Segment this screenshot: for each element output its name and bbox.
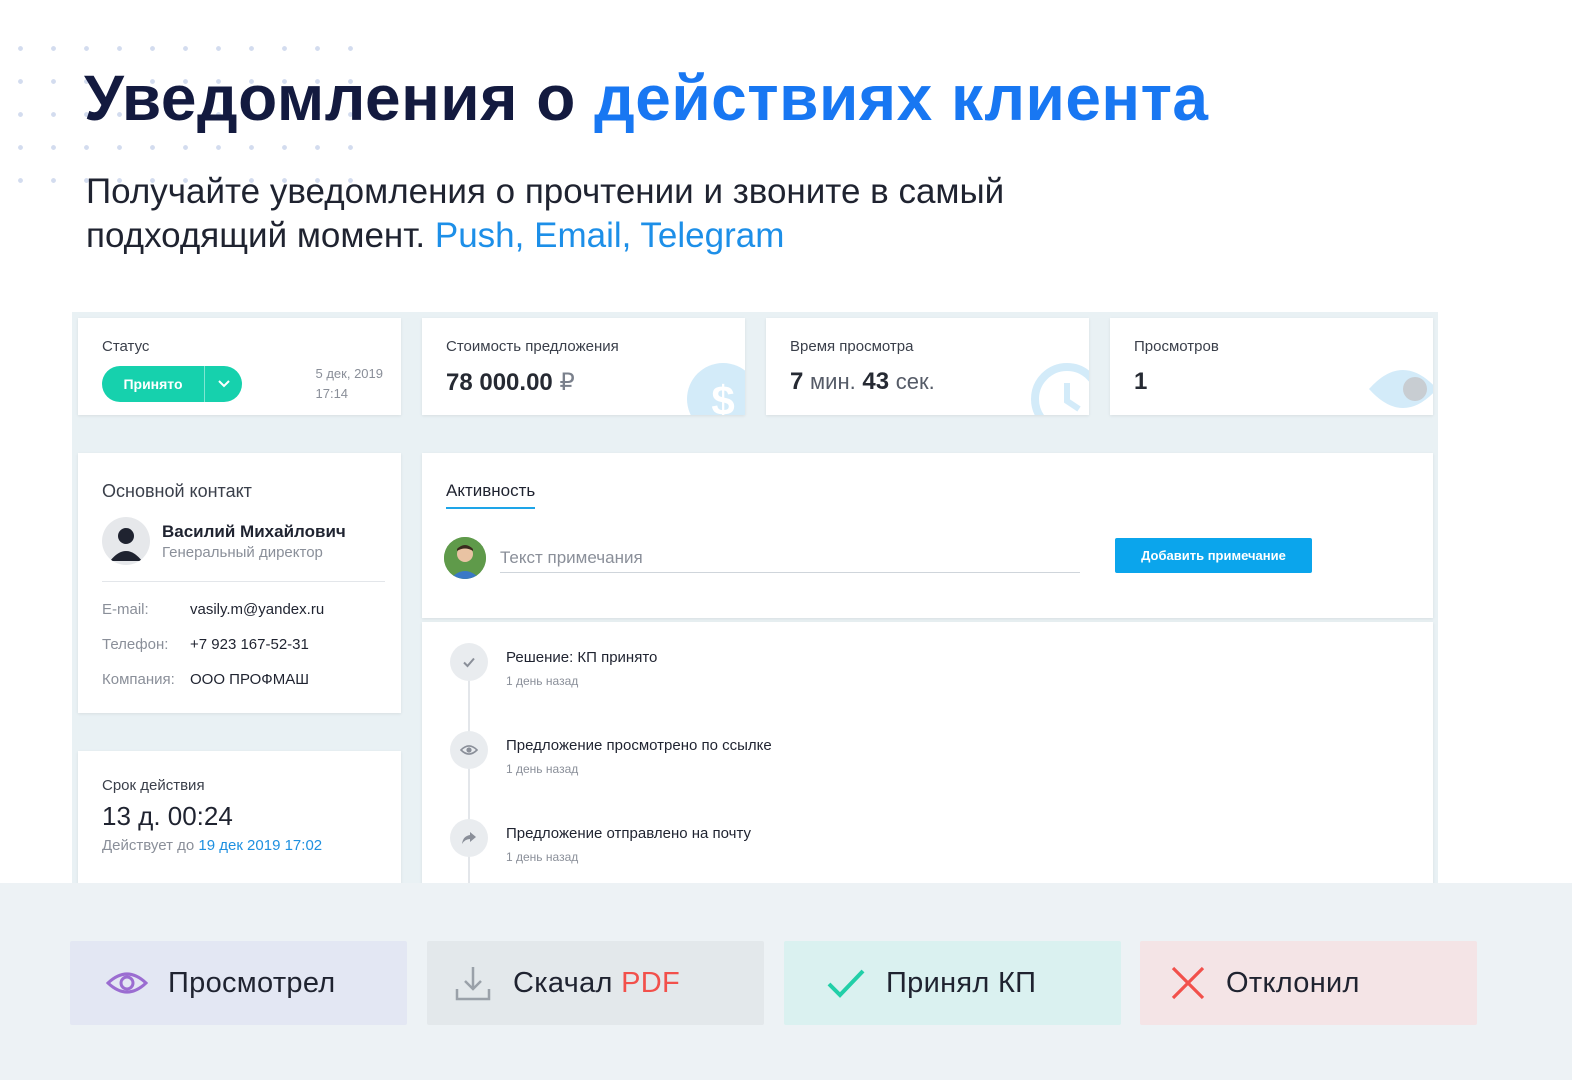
contact-name: Василий Михайлович: [162, 521, 346, 541]
dollar-icon: $: [687, 363, 745, 415]
status-card: Статус Принято 5 дек, 2019 17:14: [78, 318, 401, 415]
close-icon: [1170, 965, 1206, 1001]
contact-phone-label: Телефон:: [102, 636, 169, 653]
list-item: Предложение просмотрено по ссылке 1 день…: [450, 731, 772, 776]
validity-note-prefix: Действует до: [102, 837, 195, 854]
share-arrow-icon: [450, 819, 488, 857]
view-time-seconds-unit: сек.: [895, 369, 935, 394]
event-time: 1 день назад: [506, 762, 579, 776]
status-button-label: Принято: [123, 376, 183, 392]
hero-title-accent: действиях клиента: [594, 62, 1209, 134]
viewed-label: Просмотрел: [168, 966, 336, 999]
contact-person: Василий Михайлович Генеральный директор: [102, 517, 346, 565]
price-value-row: 78 000.00 ₽: [446, 368, 575, 397]
eye-icon: [1369, 370, 1433, 408]
views-card: Просмотров 1: [1110, 318, 1433, 415]
downloaded-text: Скачал: [513, 966, 613, 999]
view-time-label: Время просмотра: [790, 338, 914, 355]
price-currency: ₽: [559, 369, 575, 396]
event-time: 1 день назад: [506, 850, 579, 864]
timeline-card: Решение: КП принято 1 день назад Предлож…: [422, 622, 1433, 884]
validity-value: 13 д. 00:24: [102, 801, 233, 831]
contact-email[interactable]: vasily.m@yandex.ru: [190, 601, 324, 618]
event-time: 1 день назад: [506, 674, 579, 688]
declined-badge: Отклонил: [1140, 941, 1477, 1025]
contact-card: Основной контакт Василий Михайлович Гене…: [78, 453, 401, 713]
tab-activity[interactable]: Активность: [446, 481, 536, 509]
status-datetime: 5 дек, 2019 17:14: [316, 364, 384, 404]
viewed-badge: Просмотрел: [70, 941, 407, 1025]
check-icon: [450, 643, 488, 681]
contact-email-label: E-mail:: [102, 601, 149, 618]
contact-role: Генеральный директор: [162, 543, 323, 561]
view-time-card: Время просмотра 7 мин. 43 сек.: [766, 318, 1089, 415]
accepted-badge: Принял КП: [784, 941, 1121, 1025]
chevron-down-icon[interactable]: [205, 380, 242, 388]
app-panel: Статус Принято 5 дек, 2019 17:14 Стоимос…: [72, 312, 1438, 884]
contact-company-row: Компания: ООО ПРОФМАШ: [102, 671, 309, 688]
declined-label: Отклонил: [1226, 966, 1360, 999]
hero-subtitle-channels: Push, Email, Telegram: [434, 216, 785, 255]
notification-badges-strip: Просмотрел Скачал PDF Принял КП Отклонил: [0, 883, 1572, 1080]
hero-title: Уведомления о действиях клиента: [84, 60, 1209, 137]
clock-icon: [1031, 363, 1089, 415]
view-time-value: 7 мин. 43 сек.: [790, 368, 935, 396]
user-silhouette-icon: [110, 528, 142, 561]
status-time: 17:14: [315, 386, 349, 401]
validity-card: Срок действия 13 д. 00:24 Действует до 1…: [78, 751, 401, 884]
validity-label: Срок действия: [102, 777, 205, 794]
views-label: Просмотров: [1134, 338, 1219, 355]
hero-title-main: Уведомления о: [84, 62, 576, 134]
contact-email-row: E-mail: vasily.m@yandex.ru: [102, 601, 324, 618]
event-title: Предложение отправлено на почту: [506, 825, 752, 842]
contact-title: Основной контакт: [102, 481, 252, 501]
list-item: Решение: КП принято 1 день назад: [450, 643, 657, 688]
hero-subtitle: Получайте уведомления о прочтении и звон…: [86, 170, 1186, 258]
check-icon: [826, 968, 866, 998]
downloaded-badge: Скачал PDF: [427, 941, 764, 1025]
status-label: Статус: [102, 338, 150, 355]
contact-phone-row: Телефон: +7 923 167-52-31: [102, 636, 309, 653]
views-value: 1: [1134, 368, 1148, 395]
view-time-seconds: 43: [862, 368, 890, 395]
view-time-minutes: 7: [790, 368, 804, 395]
user-photo-icon: [444, 537, 486, 579]
note-input[interactable]: [500, 543, 1080, 573]
validity-date-link[interactable]: 19 дек 2019 17:02: [198, 837, 322, 854]
event-title: Решение: КП принято: [506, 649, 658, 666]
activity-card: Активность Добавить примечание: [422, 453, 1433, 618]
hero-subtitle-line1: Получайте уведомления о прочтении и звон…: [86, 172, 1005, 211]
add-note-button[interactable]: Добавить примечание: [1115, 538, 1312, 573]
eye-icon: [450, 731, 488, 769]
contact-phone[interactable]: +7 923 167-52-31: [190, 636, 309, 653]
price-card: Стоимость предложения 78 000.00 ₽ $: [422, 318, 745, 415]
status-dropdown-button[interactable]: Принято: [102, 366, 242, 402]
contact-company-label: Компания:: [102, 671, 175, 688]
downloaded-label: Скачал PDF: [513, 967, 680, 1000]
downloaded-pdf: PDF: [621, 966, 680, 999]
svg-text:$: $: [711, 377, 734, 415]
status-date: 5 дек, 2019: [315, 366, 384, 381]
hero-subtitle-line2: подходящий момент.: [86, 216, 426, 255]
list-item: Предложение отправлено на почту 1 день н…: [450, 819, 751, 864]
price-value: 78 000.00: [446, 369, 553, 396]
price-label: Стоимость предложения: [446, 338, 619, 355]
contact-company: ООО ПРОФМАШ: [190, 671, 309, 688]
validity-note: Действует до 19 дек 2019 17:02: [102, 837, 322, 854]
divider: [102, 581, 385, 582]
download-icon: [453, 963, 493, 1003]
avatar: [444, 537, 486, 579]
event-title: Предложение просмотрено по ссылке: [506, 737, 772, 754]
view-time-minutes-unit: мин.: [810, 369, 856, 394]
eye-icon: [106, 968, 148, 998]
avatar: [102, 517, 150, 565]
accepted-label: Принял КП: [886, 966, 1037, 999]
